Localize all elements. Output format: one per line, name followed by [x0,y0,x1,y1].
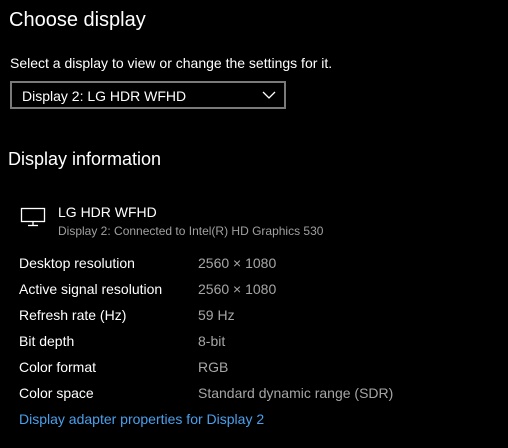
info-label-active-signal-resolution: Active signal resolution [19,281,163,297]
display-select[interactable]: Display 2: LG HDR WFHD [10,81,286,109]
page-title: Choose display [9,9,146,31]
info-value-bit-depth: 8-bit [198,333,226,349]
page-subtitle: Select a display to view or change the s… [10,55,333,71]
monitor-icon [20,207,46,227]
display-select-value: Display 2: LG HDR WFHD [22,88,187,104]
info-value-refresh-rate: 59 Hz [198,307,235,323]
info-label-color-space: Color space [19,385,94,401]
info-label-bit-depth: Bit depth [19,333,75,349]
info-value-active-signal-resolution: 2560 × 1080 [198,281,277,297]
display-adapter-properties-link[interactable]: Display adapter properties for Display 2 [19,409,264,429]
info-value-color-format: RGB [198,359,229,375]
info-label-desktop-resolution: Desktop resolution [19,255,135,271]
chevron-down-icon [262,91,276,99]
info-value-desktop-resolution: 2560 × 1080 [198,255,277,271]
info-value-color-space: Standard dynamic range (SDR) [198,385,394,401]
info-label-refresh-rate: Refresh rate (Hz) [19,307,127,323]
display-information-heading: Display information [8,149,162,169]
info-label-color-format: Color format [19,359,97,375]
display-name: LG HDR WFHD [58,204,157,220]
display-connection: Display 2: Connected to Intel(R) HD Grap… [58,224,324,238]
